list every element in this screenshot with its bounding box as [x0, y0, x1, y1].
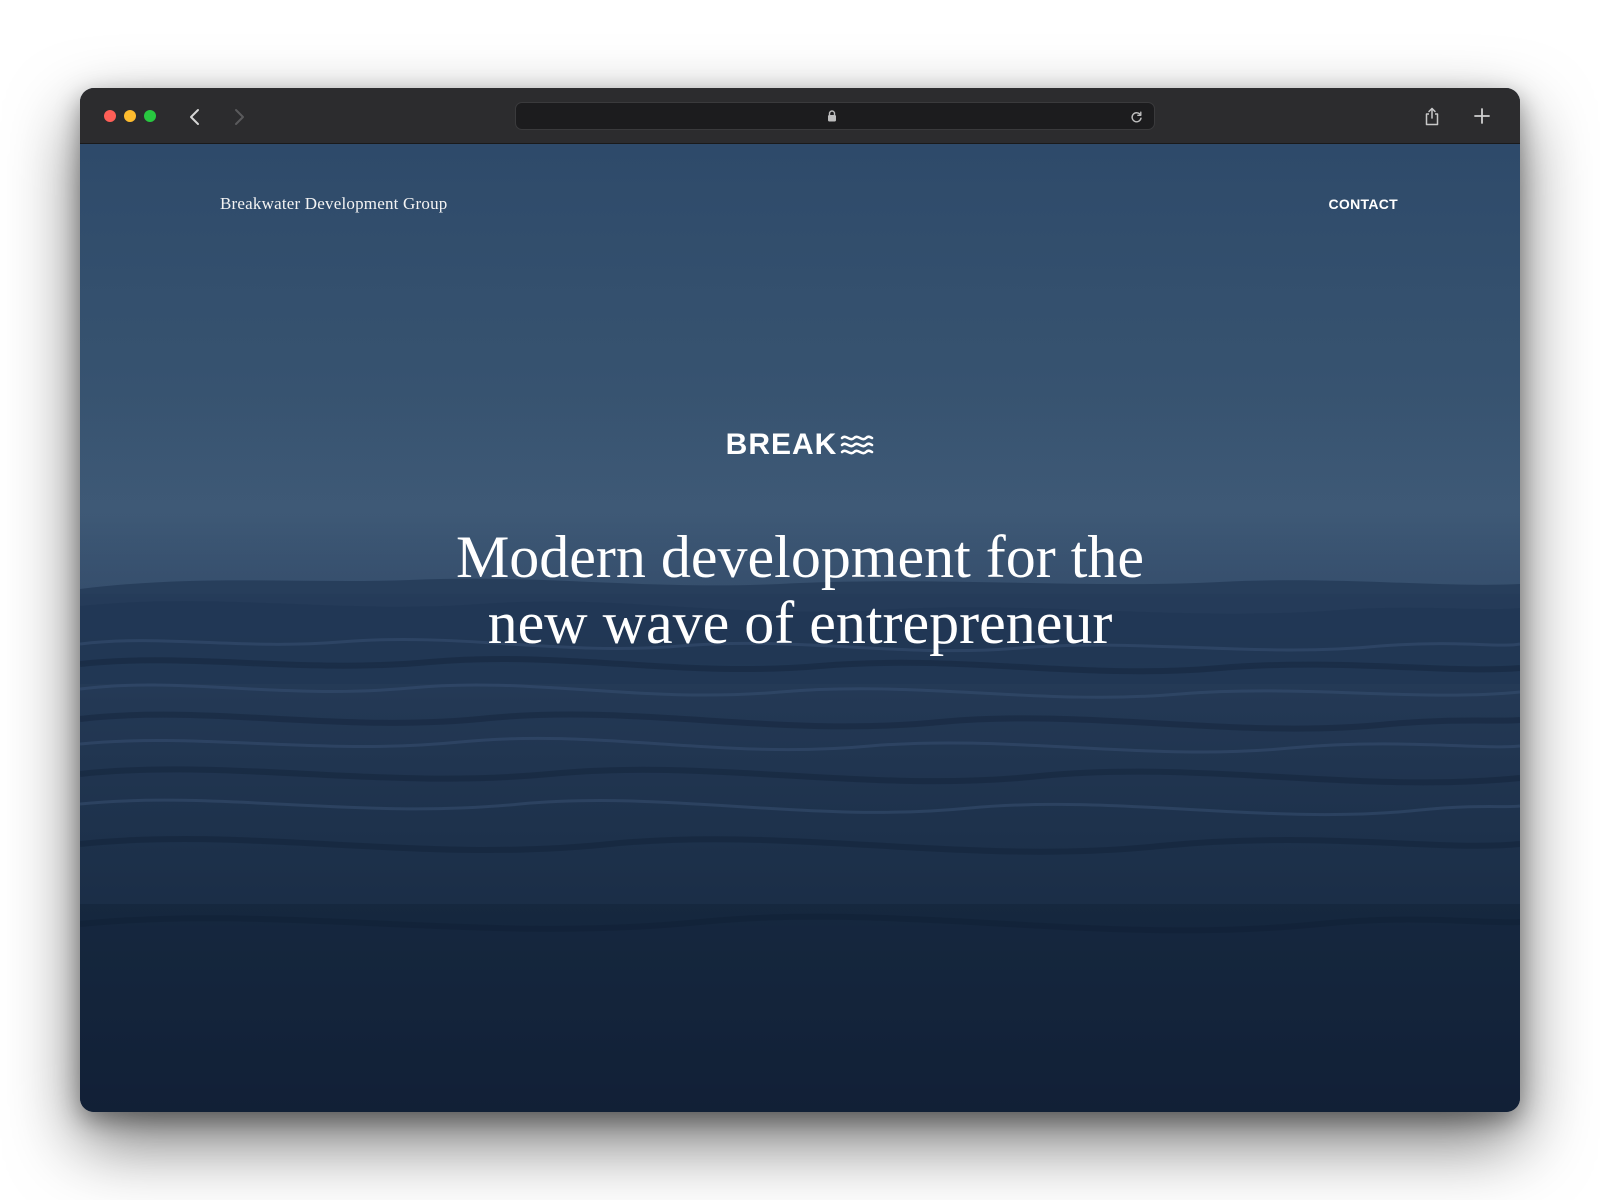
lock-icon: [828, 110, 836, 122]
window-maximize-button[interactable]: [144, 110, 156, 122]
waves-icon: [840, 433, 874, 457]
logo-wordmark: BREAK: [725, 428, 838, 461]
hero-headline-line-2: new wave of entrepreneur: [487, 590, 1113, 656]
back-button[interactable]: [184, 106, 206, 128]
browser-toolbar: [80, 88, 1520, 144]
share-button[interactable]: [1420, 104, 1444, 128]
address-bar[interactable]: [515, 102, 1155, 130]
contact-link[interactable]: CONTACT: [1329, 196, 1399, 212]
reload-icon: [1130, 111, 1142, 122]
chevron-right-icon: [235, 109, 244, 125]
share-icon: [1425, 107, 1439, 125]
window-minimize-button[interactable]: [124, 110, 136, 122]
new-tab-button[interactable]: [1470, 104, 1494, 128]
web-page: Breakwater Development Group CONTACT BRE…: [80, 144, 1520, 1112]
stage: Breakwater Development Group CONTACT BRE…: [0, 0, 1600, 1200]
site-brand-link[interactable]: Breakwater Development Group: [220, 194, 447, 214]
reload-button[interactable]: [1128, 109, 1144, 125]
browser-window: Breakwater Development Group CONTACT BRE…: [80, 88, 1520, 1112]
break-logo: BREAK: [80, 428, 1520, 462]
chevron-left-icon: [190, 109, 199, 125]
window-close-button[interactable]: [104, 110, 116, 122]
hero-headline: Modern development for the new wave of e…: [80, 524, 1520, 656]
hero-headline-line-1: Modern development for the: [455, 524, 1145, 590]
plus-icon: [1474, 108, 1490, 124]
forward-button[interactable]: [228, 106, 250, 128]
